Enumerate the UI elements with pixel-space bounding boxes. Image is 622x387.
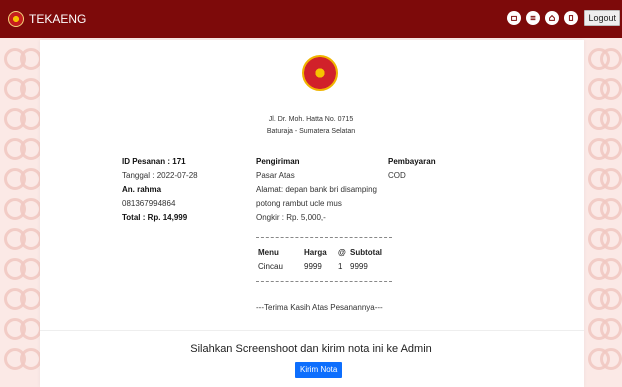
address-line-1: Jl. Dr. Moh. Hatta No. 0715 xyxy=(268,116,354,123)
order-date: Tanggal : 2022-07-28 xyxy=(122,171,198,180)
navbar: TEKAENG Logout xyxy=(0,0,622,38)
home-icon[interactable] xyxy=(545,11,560,25)
order-id: ID Pesanan : 171 xyxy=(122,157,186,166)
order-info: ID Pesanan : 171 Tanggal : 2022-07-28 An… xyxy=(122,155,198,225)
brand-name: TEKAENG xyxy=(29,12,87,26)
customer-phone: 081367994864 xyxy=(122,199,176,208)
nav-actions: Logout xyxy=(507,10,620,26)
item-price: 9999 xyxy=(304,262,322,271)
shop-address: Jl. Dr. Moh. Hatta No. 0715 Baturaja - S… xyxy=(0,114,622,138)
shipping-info: Pengiriman Pasar Atas Alamat: depan bank… xyxy=(256,155,386,225)
brand[interactable]: TEKAENG xyxy=(8,11,86,27)
shipping-address: Alamat: depan bank bri disamping potong … xyxy=(256,185,377,208)
table-header: Menu Harga @ Subtotal xyxy=(258,246,390,260)
shipping-title: Pengiriman xyxy=(256,157,300,166)
header-price: Harga xyxy=(304,248,327,257)
order-list-icon[interactable] xyxy=(526,11,541,25)
divider xyxy=(256,237,392,238)
table-row: Cincau 9999 1 9999 xyxy=(258,260,390,274)
customer-name: An. rahma xyxy=(122,185,162,194)
address-line-2: Baturaja - Sumatera Selatan xyxy=(266,128,356,135)
divider xyxy=(256,281,392,282)
receipt-icon[interactable] xyxy=(564,11,579,25)
thanks-message: ---Terima Kasih Atas Pesanannya--- xyxy=(256,303,383,312)
section-separator xyxy=(40,330,584,331)
cart-icon[interactable] xyxy=(507,11,522,25)
shop-logo-icon xyxy=(302,55,338,91)
payment-title: Pembayaran xyxy=(388,157,436,166)
shipping-area: Pasar Atas xyxy=(256,171,295,180)
header-menu: Menu xyxy=(258,248,279,257)
order-total: Total : Rp. 14,999 xyxy=(122,213,188,222)
cta-message: Silahkan Screenshoot dan kirim nota ini … xyxy=(190,343,432,355)
item-subtotal: 9999 xyxy=(350,262,368,271)
header-qty: @ xyxy=(338,248,346,257)
payment-info: Pembayaran COD xyxy=(388,155,436,183)
shipping-cost: Ongkir : Rp. 5,000,- xyxy=(256,213,326,222)
payment-method: COD xyxy=(388,171,406,180)
brand-logo-icon xyxy=(8,11,24,27)
send-receipt-button[interactable]: Kirim Nota xyxy=(295,362,343,378)
item-qty: 1 xyxy=(338,262,343,271)
order-items-table: Menu Harga @ Subtotal Cincau 9999 1 9999 xyxy=(258,246,390,274)
logout-button[interactable]: Logout xyxy=(584,10,620,26)
header-subtotal: Subtotal xyxy=(350,248,382,257)
item-menu: Cincau xyxy=(258,262,283,271)
